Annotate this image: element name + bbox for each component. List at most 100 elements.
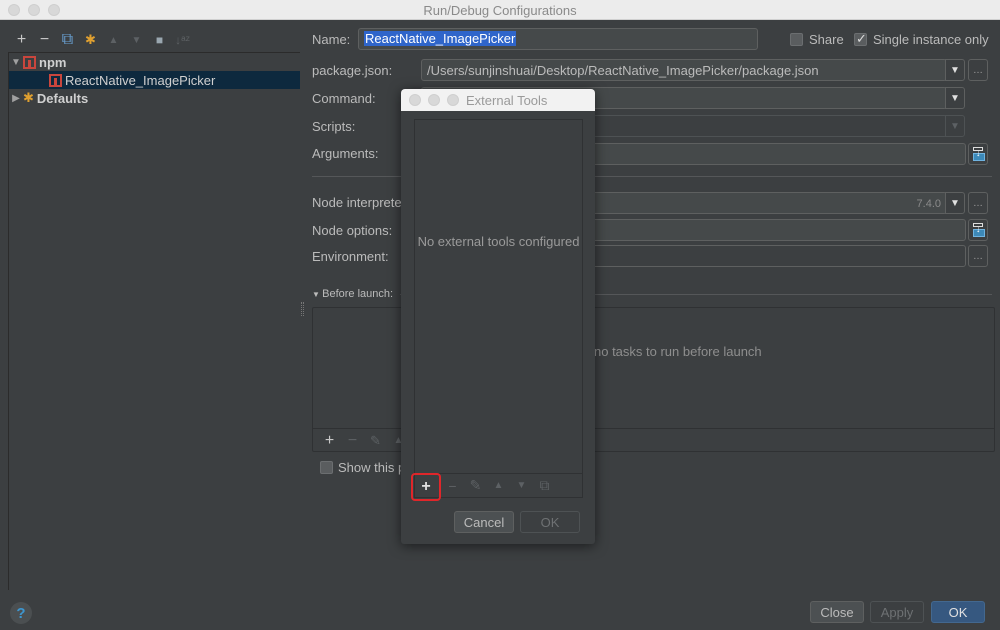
node-options-label: Node options: — [312, 223, 393, 238]
close-button[interactable]: Close — [810, 601, 864, 623]
ok-button[interactable]: OK — [931, 601, 985, 623]
scripts-dropdown[interactable]: ▼ — [945, 115, 965, 137]
tree-item-react-native-imagepicker[interactable]: ReactNative_ImagePicker — [9, 71, 300, 89]
share-checkbox[interactable] — [790, 33, 803, 46]
expand-arrow-icon[interactable]: ▼ — [9, 57, 23, 68]
tree-item-label: Defaults — [36, 90, 89, 106]
pencil-icon: ✎ — [469, 477, 482, 493]
node-options-expand-button[interactable]: ↓ — [968, 219, 988, 241]
arrow-down-icon: ▼ — [131, 34, 142, 46]
window-titlebar: Run/Debug Configurations — [0, 0, 1000, 20]
arrow-up-icon: ▲ — [493, 480, 504, 491]
external-tools-title: External Tools — [466, 93, 548, 108]
folder-button[interactable]: ■ — [148, 30, 171, 50]
show-page-checkbox[interactable] — [320, 461, 333, 474]
environment-label: Environment: — [312, 249, 389, 264]
command-dropdown[interactable]: ▼ — [945, 87, 965, 109]
tree-item-label: ReactNative_ImagePicker — [65, 72, 216, 88]
help-button[interactable]: ? — [10, 602, 32, 624]
remove-external-tool-button[interactable]: − — [441, 475, 464, 497]
move-down-button[interactable]: ▼ — [125, 30, 148, 50]
package-json-dropdown[interactable]: ▼ — [945, 59, 965, 81]
arguments-label: Arguments: — [312, 146, 379, 161]
share-label: Share — [809, 32, 844, 47]
arguments-expand-button[interactable]: ↓ — [968, 143, 988, 165]
before-launch-toggle[interactable]: ▼ Before launch: — [312, 288, 393, 300]
npm-icon — [49, 73, 62, 87]
chevron-down-icon: ▼ — [950, 92, 960, 104]
copy-icon: ⧉ — [539, 477, 550, 493]
wrench-icon: ✱ — [85, 32, 96, 47]
copy-icon: ⧉ — [61, 31, 74, 48]
chevron-down-icon: ▼ — [950, 120, 960, 132]
external-tools-empty-message: No external tools configured — [417, 234, 580, 249]
external-tools-list: No external tools configured — [414, 119, 583, 474]
move-up-button[interactable]: ▲ — [102, 30, 125, 50]
sort-button[interactable]: ↓ᵃᶻ — [171, 30, 194, 50]
copy-external-tool-button[interactable]: ⧉ — [533, 475, 556, 497]
add-configuration-button[interactable]: + — [10, 30, 33, 50]
plus-icon: + — [324, 431, 335, 449]
minus-icon: − — [39, 31, 50, 48]
package-json-label: package.json: — [312, 63, 393, 78]
remove-task-button[interactable]: − — [341, 431, 364, 451]
collapse-triangle-icon: ▼ — [312, 290, 323, 299]
pencil-icon: ✎ — [370, 432, 381, 448]
edit-external-tool-button[interactable]: ✎ — [464, 475, 487, 497]
external-tools-ok-button[interactable]: OK — [520, 511, 580, 533]
name-value: ReactNative_ImagePicker — [364, 31, 517, 46]
collapse-arrow-icon[interactable]: ▶ — [9, 93, 23, 104]
dialog-window-controls — [409, 94, 459, 106]
remove-configuration-button[interactable]: − — [33, 30, 56, 50]
before-launch-label: Before launch: — [322, 288, 394, 300]
node-interpreter-browse-button[interactable]: … — [968, 192, 988, 214]
folder-icon: ■ — [155, 33, 164, 47]
chevron-down-icon: ▼ — [950, 197, 960, 209]
checkmark-icon: ✓ — [856, 31, 867, 46]
apply-button[interactable]: Apply — [870, 601, 924, 623]
plus-icon: + — [16, 31, 27, 48]
single-instance-checkbox[interactable]: ✓ — [854, 31, 867, 46]
sort-alpha-icon: ↓ᵃᶻ — [175, 33, 190, 47]
edit-defaults-button[interactable]: ✱ — [79, 30, 102, 50]
configurations-tree: ▼ npm ReactNative_ImagePicker ▶ ✱ Defaul… — [8, 52, 300, 590]
configurations-panel: + − ⧉ ✱ ▲ ▼ ■ ↓ᵃᶻ ▼ npm ReactNative_Imag… — [0, 20, 300, 590]
plus-icon: + — [421, 477, 431, 495]
ellipsis-icon: … — [973, 250, 983, 262]
before-launch-empty-message: no tasks to run before launch — [594, 344, 762, 359]
external-tools-titlebar: External Tools — [401, 89, 595, 111]
minus-icon: − — [448, 477, 457, 494]
package-json-browse-button[interactable]: … — [968, 59, 988, 81]
environment-browse-button[interactable]: … — [968, 245, 988, 267]
command-label: Command: — [312, 91, 376, 106]
name-label: Name: — [312, 32, 351, 47]
zoom-dialog-button[interactable] — [447, 94, 459, 106]
tree-item-npm[interactable]: ▼ npm — [9, 53, 300, 71]
question-icon: ? — [16, 604, 26, 622]
move-down-external-tool-button[interactable]: ▼ — [510, 475, 533, 497]
package-json-input[interactable]: /Users/sunjinshuai/Desktop/ReactNative_I… — [421, 59, 947, 81]
copy-configuration-button[interactable]: ⧉ — [56, 30, 79, 50]
add-external-tool-button[interactable]: + — [411, 472, 441, 501]
panel-splitter[interactable] — [301, 302, 304, 316]
external-tools-cancel-button[interactable]: Cancel — [454, 511, 514, 533]
node-interpreter-dropdown[interactable]: ▼ — [945, 192, 965, 214]
ellipsis-icon: … — [973, 197, 983, 209]
chevron-down-icon: ▼ — [950, 64, 960, 76]
edit-task-button[interactable]: ✎ — [364, 431, 387, 451]
external-tools-toolbar: + − ✎ ▲ ▼ ⧉ — [411, 472, 583, 501]
configurations-toolbar: + − ⧉ ✱ ▲ ▼ ■ ↓ᵃᶻ — [10, 30, 194, 50]
tree-item-defaults[interactable]: ▶ ✱ Defaults — [9, 89, 300, 107]
arrow-up-icon: ▲ — [108, 34, 119, 46]
name-input[interactable]: ReactNative_ImagePicker — [358, 28, 758, 50]
node-version: 7.4.0 — [916, 198, 941, 210]
scripts-label: Scripts: — [312, 119, 356, 134]
minimize-dialog-button[interactable] — [428, 94, 440, 106]
ellipsis-icon: … — [973, 64, 983, 76]
close-dialog-button[interactable] — [409, 94, 421, 106]
move-up-external-tool-button[interactable]: ▲ — [487, 475, 510, 497]
npm-icon — [23, 55, 36, 69]
single-instance-label: Single instance only — [873, 32, 989, 47]
show-page-label: Show this p — [338, 460, 406, 475]
add-task-button[interactable]: + — [318, 431, 341, 451]
